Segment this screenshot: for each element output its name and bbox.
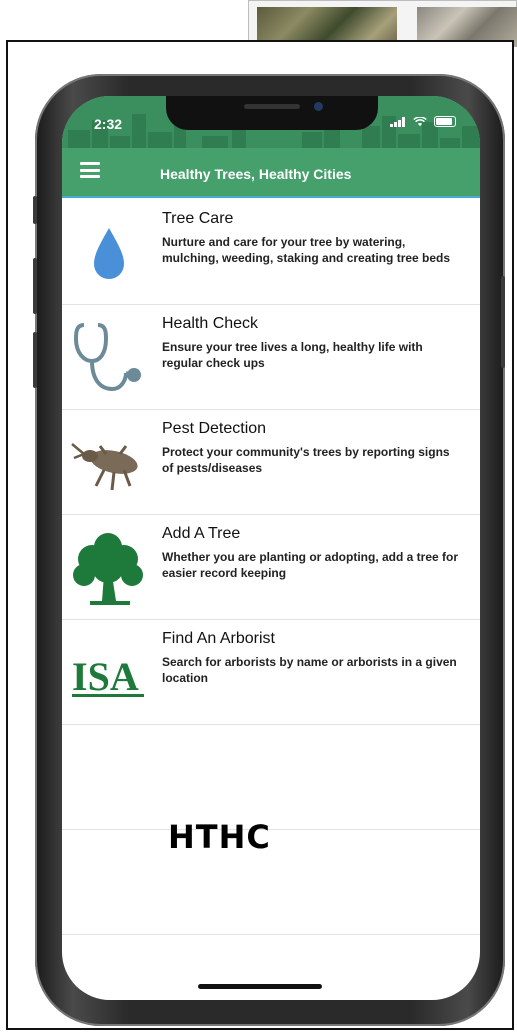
volume-up-button (33, 258, 37, 314)
wifi-icon (413, 116, 427, 126)
item-title: Find An Arborist (162, 630, 275, 647)
list-item-add-a-tree[interactable]: Add A Tree Whether you are planting or a… (62, 515, 480, 620)
empty-list-row (62, 830, 480, 935)
item-description: Protect your community's trees by report… (162, 445, 450, 475)
power-button (501, 276, 505, 368)
front-camera (314, 102, 323, 111)
caption-text: HTHC (168, 818, 271, 856)
volume-down-button (33, 332, 37, 388)
mute-switch (33, 196, 37, 224)
list-item-find-an-arborist[interactable]: ISA Find An Arborist Search for arborist… (62, 620, 480, 725)
speaker-grille (244, 104, 300, 109)
tree-icon (73, 533, 143, 605)
item-description: Ensure your tree lives a long, healthy l… (162, 340, 423, 370)
status-indicators (390, 116, 456, 127)
list-item-tree-care[interactable]: Tree Care Nurture and care for your tree… (62, 200, 480, 305)
list-item-health-check[interactable]: Health Check Ensure your tree lives a lo… (62, 305, 480, 410)
water-drop-icon (94, 228, 124, 279)
empty-list-row (62, 725, 480, 830)
item-description: Whether you are planting or adopting, ad… (162, 550, 459, 580)
signal-icon (390, 116, 405, 127)
status-time: 2:32 (94, 116, 123, 132)
battery-icon (434, 116, 456, 127)
feature-list: Tree Care Nurture and care for your tree… (62, 200, 480, 935)
item-title: Pest Detection (162, 420, 267, 437)
phone-screen: 2:32 Healthy Trees, Healthy Cities Tree … (62, 96, 480, 1000)
item-description: Search for arborists by name or arborist… (162, 655, 457, 685)
item-title: Health Check (162, 315, 259, 332)
item-title: Tree Care (162, 210, 234, 227)
list-item-pest-detection[interactable]: Pest Detection Protect your community's … (62, 410, 480, 515)
app-title: Healthy Trees, Healthy Cities (160, 166, 352, 182)
stethoscope-icon (73, 323, 141, 392)
header-accent-line (62, 196, 480, 198)
phone-notch (166, 96, 378, 130)
item-title: Add A Tree (162, 525, 241, 542)
isa-logo-icon: ISA (72, 654, 144, 699)
beetle-icon (71, 443, 138, 491)
hamburger-menu-icon[interactable] (80, 162, 100, 178)
svg-text:ISA: ISA (72, 654, 139, 699)
app-header: 2:32 Healthy Trees, Healthy Cities (62, 96, 480, 198)
home-indicator[interactable] (198, 984, 322, 989)
item-description: Nurture and care for your tree by wateri… (162, 235, 451, 265)
